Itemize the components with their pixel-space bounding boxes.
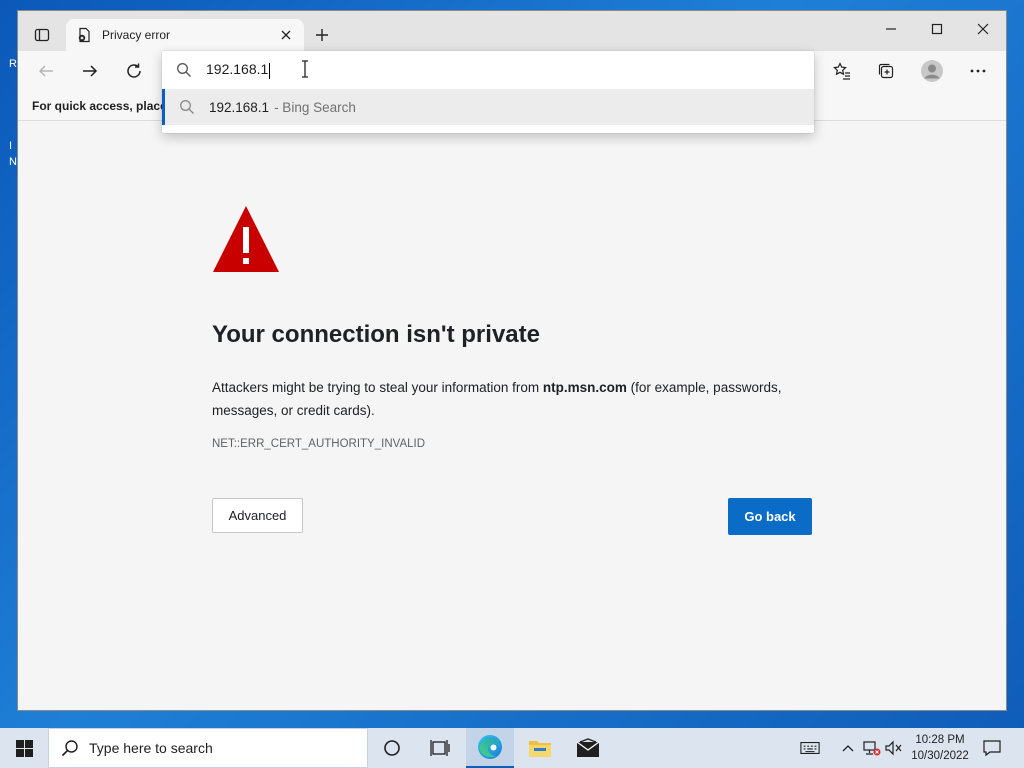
- suggestion-text: 192.168.1: [209, 99, 270, 115]
- tab-actions-button[interactable]: [28, 21, 56, 49]
- minimize-button[interactable]: [868, 15, 914, 43]
- close-icon: [977, 23, 989, 35]
- notification-icon: [983, 740, 1001, 757]
- windows-logo-icon: [15, 739, 33, 757]
- tab-actions-icon: [34, 28, 50, 42]
- keyboard-icon: [800, 742, 820, 754]
- favorites-hint: For quick access, place your favorites h…: [32, 99, 162, 113]
- taskbar: Type here to search 10:28 PM 10/30/2022: [0, 728, 1024, 768]
- arrow-right-icon: [83, 65, 98, 77]
- address-input[interactable]: 192.168.1: [162, 51, 814, 89]
- close-window-button[interactable]: [960, 15, 1006, 43]
- refresh-button[interactable]: [120, 57, 148, 85]
- search-suggestion[interactable]: 192.168.1 - Bing Search: [162, 89, 814, 125]
- desktop-glyph: I: [9, 140, 13, 152]
- settings-more-button[interactable]: [964, 57, 992, 85]
- refresh-icon: [127, 63, 141, 78]
- desktop-glyph: N: [9, 156, 17, 168]
- tab-close-button[interactable]: [278, 27, 294, 43]
- maximize-button[interactable]: [914, 15, 960, 43]
- start-button[interactable]: [0, 728, 48, 768]
- tab-strip: Privacy error: [18, 11, 1006, 51]
- task-view-button[interactable]: [416, 728, 464, 768]
- error-domain: ntp.msn.com: [542, 380, 627, 395]
- tab-privacy-error[interactable]: Privacy error: [66, 19, 304, 51]
- go-back-button[interactable]: Go back: [728, 498, 812, 535]
- taskbar-search-placeholder: Type here to search: [89, 740, 213, 756]
- network-status-button[interactable]: [862, 738, 882, 758]
- clock-date: 10/30/2022: [911, 750, 969, 762]
- taskbar-clock[interactable]: 10:28 PM 10/30/2022: [904, 732, 976, 764]
- more-horizontal-icon: [970, 69, 986, 73]
- cortana-button[interactable]: [368, 728, 416, 768]
- search-icon: [180, 100, 194, 114]
- collections-icon: [878, 63, 894, 79]
- task-view-icon: [430, 740, 450, 756]
- notification-keyboard-button[interactable]: [800, 738, 820, 758]
- plus-icon: [316, 29, 328, 41]
- warning-icon: [213, 206, 279, 272]
- suggestion-source: - Bing Search: [274, 99, 356, 115]
- arrow-left-icon: [38, 65, 53, 77]
- mail-icon: [576, 738, 600, 757]
- desktop-glyph: R: [9, 58, 17, 70]
- address-value: 192.168.1: [206, 61, 271, 79]
- avatar-icon: [921, 60, 943, 82]
- taskbar-mail[interactable]: [564, 728, 612, 768]
- new-tab-button[interactable]: [310, 23, 334, 47]
- volume-muted-icon: [885, 740, 902, 756]
- chevron-up-icon: [842, 745, 854, 752]
- text-cursor-icon: [302, 60, 308, 78]
- page-title: Your connection isn't private: [212, 321, 540, 348]
- address-bar-dropdown: 192.168.1 192.168.1 - Bing Search: [162, 51, 814, 133]
- folder-icon: [529, 741, 551, 757]
- error-code: NET::ERR_CERT_AUTHORITY_INVALID: [212, 438, 426, 450]
- tab-title: Privacy error: [102, 28, 171, 42]
- page-warning-favicon-icon: [78, 27, 90, 43]
- close-icon: [281, 30, 291, 40]
- profile-button[interactable]: [918, 57, 946, 85]
- volume-button[interactable]: [884, 738, 904, 758]
- taskbar-search-box[interactable]: Type here to search: [48, 728, 368, 768]
- search-icon: [177, 63, 191, 77]
- search-icon: [61, 740, 78, 757]
- favorites-button[interactable]: [828, 57, 856, 85]
- star-list-icon: [833, 62, 850, 80]
- error-description: Attackers might be trying to steal your …: [212, 376, 822, 422]
- show-hidden-icons-button[interactable]: [838, 738, 858, 758]
- taskbar-file-explorer[interactable]: [516, 728, 564, 768]
- collections-button[interactable]: [872, 57, 900, 85]
- address-text: 192.168.1: [206, 61, 269, 78]
- error-page: Your connection isn't private Attackers …: [18, 122, 1006, 710]
- forward-button[interactable]: [76, 57, 104, 85]
- edge-browser-icon: [478, 735, 502, 759]
- text-caret: [269, 62, 271, 79]
- maximize-icon: [931, 23, 943, 35]
- action-center-button[interactable]: [982, 738, 1002, 758]
- minimize-icon: [886, 28, 896, 30]
- error-description-text: Attackers might be trying to steal your …: [212, 380, 543, 395]
- back-button[interactable]: [32, 57, 60, 85]
- network-disconnected-icon: [863, 741, 881, 756]
- advanced-button[interactable]: Advanced: [212, 498, 303, 533]
- cortana-circle-icon: [384, 740, 400, 756]
- taskbar-edge[interactable]: [466, 728, 514, 768]
- clock-time: 10:28 PM: [915, 734, 965, 746]
